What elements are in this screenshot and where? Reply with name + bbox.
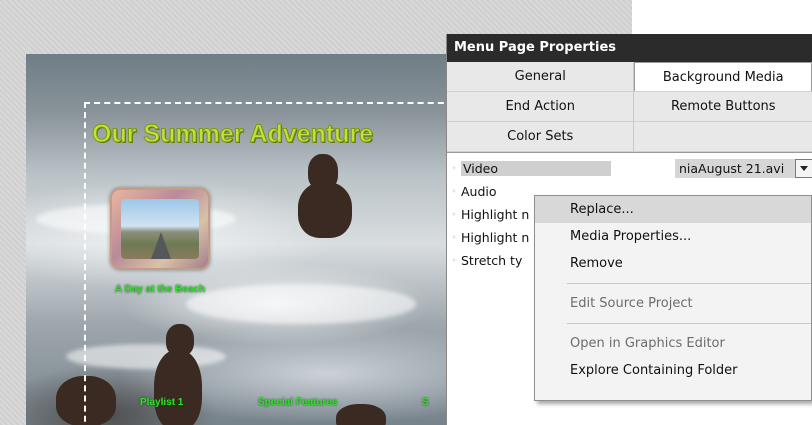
bullet-icon: ◦: [451, 210, 457, 219]
tab-row: End Action Remote Buttons: [447, 92, 812, 122]
tab-color-sets[interactable]: Color Sets: [447, 122, 635, 151]
road-graphic: [151, 232, 171, 259]
tab-general[interactable]: General: [447, 62, 635, 91]
menu-item-remove[interactable]: Remove: [535, 250, 811, 277]
bullet-icon: ◦: [451, 164, 457, 173]
bullet-icon: ◦: [451, 233, 457, 242]
tab-remote-buttons[interactable]: Remote Buttons: [634, 92, 812, 121]
menu-item-explore-containing-folder[interactable]: Explore Containing Folder: [535, 357, 811, 384]
panel-title: Menu Page Properties: [447, 34, 812, 62]
property-name: Stretch ty: [461, 253, 523, 268]
property-row-video[interactable]: ◦ Video niaAugust 21.avi: [447, 157, 812, 180]
bullet-icon: ◦: [451, 187, 457, 196]
thumbnail-button[interactable]: [110, 188, 210, 270]
menu-item-edit-source-project[interactable]: Edit Source Project: [535, 290, 811, 317]
scene-button-partial[interactable]: S: [422, 397, 429, 408]
menu-separator: [567, 283, 811, 284]
property-name: Video: [461, 161, 611, 176]
property-name: Highlight n: [461, 207, 530, 222]
special-features-button[interactable]: Special Features: [258, 397, 337, 408]
context-menu: Replace... Media Properties... Remove Ed…: [534, 195, 812, 401]
menu-separator: [567, 323, 811, 324]
tab-background-media[interactable]: Background Media: [634, 62, 812, 91]
thumbnail-image: [121, 199, 199, 259]
playlist-button[interactable]: Playlist 1: [140, 397, 183, 408]
video-file-field[interactable]: niaAugust 21.avi: [675, 159, 795, 178]
property-name: Highlight n: [461, 230, 530, 245]
tab-row: Color Sets: [447, 122, 812, 152]
dropdown-arrow-icon[interactable]: [795, 159, 812, 178]
thumbnail-label[interactable]: A Day at the Beach: [112, 284, 208, 296]
bullet-icon: ◦: [451, 256, 457, 265]
menu-preview[interactable]: Our Summer Adventure A Day at the Beach …: [26, 54, 446, 425]
menu-item-media-properties[interactable]: Media Properties...: [535, 223, 811, 250]
menu-item-open-in-graphics-editor[interactable]: Open in Graphics Editor: [535, 330, 811, 357]
tab-empty: [634, 122, 812, 151]
property-name: Audio: [461, 184, 497, 199]
tab-end-action[interactable]: End Action: [447, 92, 635, 121]
menu-item-replace[interactable]: Replace...: [535, 196, 811, 223]
tab-row: General Background Media: [447, 62, 812, 92]
property-tabs: General Background Media End Action Remo…: [447, 62, 812, 153]
menu-title-text[interactable]: Our Summer Adventure: [91, 120, 373, 149]
